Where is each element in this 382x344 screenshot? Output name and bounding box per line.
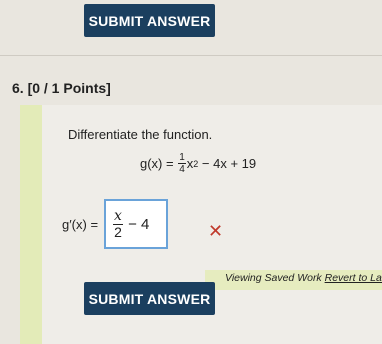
function-exponent: 2 (193, 158, 199, 169)
function-expression: g(x) = 1 4 x2 − 4x + 19 (140, 152, 256, 175)
question-side-bar (20, 105, 42, 344)
saved-work-status: Viewing Saved Work Revert to Last (225, 272, 382, 284)
submit-answer-button-bottom[interactable]: SUBMIT ANSWER (84, 282, 215, 315)
coefficient-fraction: 1 4 (178, 152, 186, 175)
function-lhs: g(x) = (140, 156, 174, 171)
viewing-saved-label: Viewing Saved Work (225, 272, 322, 284)
question-prompt: Differentiate the function. (68, 127, 213, 142)
function-rest: − 4x + 19 (201, 156, 257, 171)
answer-denominator: 2 (114, 223, 122, 240)
answer-input[interactable]: x 2 − 4 (104, 199, 169, 249)
derivative-row: g′(x) = x 2 − 4 (62, 199, 169, 249)
derivative-lhs: g′(x) = (62, 216, 99, 232)
x-mark-icon: ✕ (208, 221, 224, 241)
answer-fraction: x 2 (113, 207, 123, 240)
submit-answer-button-top[interactable]: SUBMIT ANSWER (84, 4, 215, 37)
coef-denominator: 4 (179, 164, 185, 175)
divider (0, 55, 382, 56)
answer-numerator: x (113, 207, 123, 225)
question-header: 6. [0 / 1 Points] (12, 80, 111, 96)
revert-link[interactable]: Revert to Last (325, 272, 382, 284)
coef-numerator: 1 (178, 152, 186, 164)
answer-rest: − 4 (128, 215, 150, 233)
